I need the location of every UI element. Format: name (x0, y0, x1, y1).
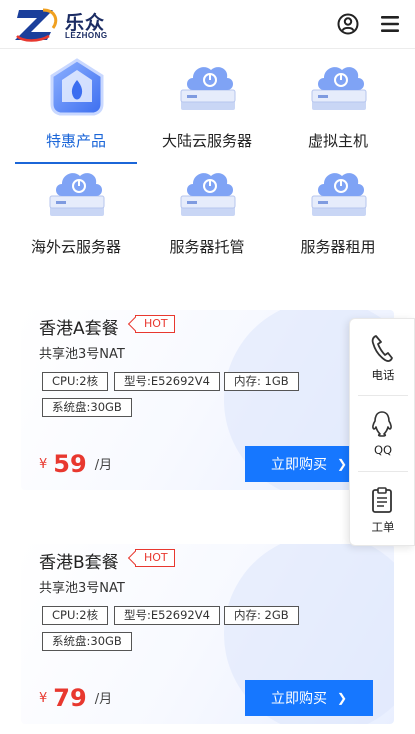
logo-text-en: LEZHONG (65, 31, 108, 40)
chevron-right-icon: ❯ (336, 457, 348, 471)
buy-now-button[interactable]: 立即购买 ❯ (245, 680, 373, 716)
contact-ticket[interactable]: 工单 (350, 473, 415, 547)
category-special-offers[interactable]: 特惠产品 (7, 50, 145, 155)
product-card: 香港A套餐 HOT 共享池3号NAT CPU:2核 型号:E52692V4 内存… (21, 310, 394, 490)
spec-cpu: CPU:2核 (42, 606, 109, 625)
divider (358, 395, 408, 396)
category-mainland-cloud-server[interactable]: 大陆云服务器 (138, 50, 276, 155)
buy-now-label: 立即购买 (270, 690, 327, 706)
price: ¥59/月 (39, 450, 112, 478)
clipboard-icon (372, 487, 392, 513)
phone-icon (371, 335, 393, 362)
category-label: 海外云服务器 (30, 238, 121, 256)
price-currency: ¥ (39, 457, 48, 472)
price-value: 59 (53, 450, 87, 478)
category-server-rental[interactable]: 服务器租用 (269, 156, 407, 261)
price-unit: /月 (94, 692, 113, 707)
category-label: 特惠产品 (45, 132, 106, 150)
hot-badge: HOT (135, 315, 175, 333)
category-virtual-host[interactable]: 虚拟主机 (269, 50, 407, 155)
category-label: 服务器租用 (300, 238, 376, 256)
spec-memory: 内存: 2GB (224, 606, 299, 625)
product-title: 香港A套餐 (39, 319, 119, 339)
price: ¥79/月 (39, 684, 112, 712)
product-subtitle: 共享池3号NAT (39, 347, 125, 362)
contact-phone[interactable]: 电话 (350, 321, 415, 395)
cloud-server-icon (311, 67, 367, 110)
cloud-server-icon (180, 67, 236, 110)
spec-disk: 系统盘:30GB (42, 398, 132, 417)
ticket-label: 工单 (371, 520, 395, 534)
hot-badge: HOT (135, 549, 175, 567)
category-grid: 特惠产品 大陆云服务器 虚拟主机 海外云服务器 服务器托管 服务器租用 (0, 50, 415, 265)
chevron-right-icon: ❯ (336, 691, 348, 705)
product-card: 香港B套餐 HOT 共享池3号NAT CPU:2核 型号:E52692V4 内存… (21, 544, 394, 724)
qq-label: QQ (373, 443, 393, 457)
spec-cpu: CPU:2核 (42, 372, 109, 391)
category-server-hosting[interactable]: 服务器托管 (138, 156, 276, 261)
contact-qq[interactable]: QQ (350, 397, 415, 471)
lezhong-logo[interactable]: 乐众 LEZHONG (13, 6, 113, 44)
user-icon[interactable] (336, 12, 360, 36)
price-value: 79 (53, 684, 87, 712)
hamburger-menu-icon[interactable] (378, 12, 402, 36)
category-label: 大陆云服务器 (161, 132, 252, 150)
logo-mark-icon (15, 8, 58, 42)
shield-house-icon (50, 58, 104, 116)
buy-now-label: 立即购买 (270, 456, 327, 472)
floating-contact-panel: 电话 QQ 工单 (349, 318, 415, 546)
cloud-server-icon (180, 173, 236, 216)
category-label: 虚拟主机 (307, 132, 368, 150)
product-subtitle: 共享池3号NAT (39, 581, 125, 596)
spec-model: 型号:E52692V4 (114, 606, 220, 625)
category-label: 服务器托管 (169, 238, 245, 256)
phone-label: 电话 (371, 368, 395, 382)
category-overseas-cloud-server[interactable]: 海外云服务器 (7, 156, 145, 261)
divider (358, 471, 408, 472)
header: 乐众 LEZHONG (0, 0, 415, 49)
spec-model: 型号:E52692V4 (114, 372, 220, 391)
qq-icon (372, 411, 392, 437)
cloud-server-icon (49, 173, 105, 216)
spec-memory: 内存: 1GB (224, 372, 299, 391)
cloud-server-icon (311, 173, 367, 216)
price-unit: /月 (94, 458, 113, 473)
price-currency: ¥ (39, 691, 48, 706)
spec-disk: 系统盘:30GB (42, 632, 132, 651)
product-title: 香港B套餐 (39, 553, 119, 573)
